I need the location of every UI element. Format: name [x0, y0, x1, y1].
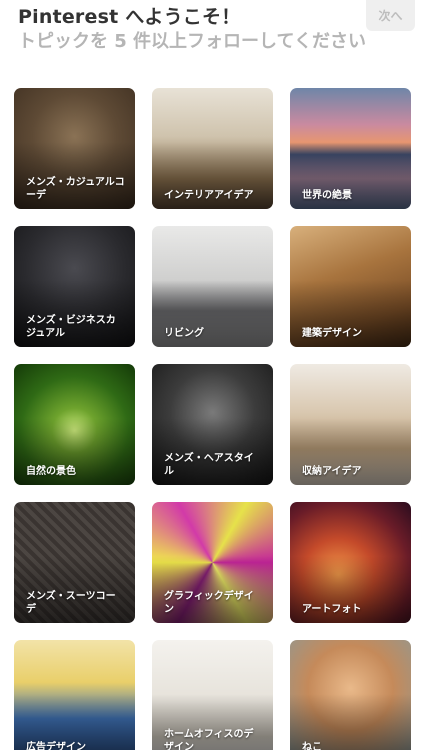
topic-label: インテリアアイデア [164, 190, 254, 201]
topic-label: メンズ・ヘアスタイル [164, 453, 254, 477]
topic-label: メンズ・カジュアルコーデ [26, 177, 125, 201]
welcome-header: Pinterest へようこそ！ トピックを 5 件以上フォローしてください 次… [0, 0, 423, 64]
topic-tile-storage[interactable]: 収納アイデア [290, 364, 411, 485]
topic-tile-nature[interactable]: 自然の景色 [14, 364, 135, 485]
topic-tile-mens-business[interactable]: メンズ・ビジネスカジュアル [14, 226, 135, 347]
topic-tile-cat[interactable]: ねこ [290, 640, 411, 750]
topic-label: リビング [164, 328, 204, 339]
topic-label: 収納アイデア [302, 466, 362, 477]
topic-tile-world-scenery[interactable]: 世界の絶景 [290, 88, 411, 209]
topic-label: メンズ・ビジネスカジュアル [26, 315, 116, 339]
topic-tile-art-photo[interactable]: アートフォト [290, 502, 411, 623]
topic-label: 世界の絶景 [302, 190, 352, 201]
topic-tile-home-office[interactable]: ホームオフィスのデザイン [152, 640, 273, 750]
topic-label: 自然の景色 [26, 466, 76, 477]
topic-label: メンズ・スーツコーデ [26, 591, 116, 615]
page-subtitle: トピックを 5 件以上フォローしてください [18, 31, 366, 52]
topic-tile-ad-design[interactable]: 広告デザイン [14, 640, 135, 750]
topic-tile-graphic-design[interactable]: グラフィックデザイン [152, 502, 273, 623]
topic-label: 建築デザイン [302, 328, 362, 339]
topic-label: ホームオフィスのデザイン [164, 729, 254, 750]
page-title: Pinterest へようこそ！ [18, 6, 241, 28]
topic-tile-interior[interactable]: インテリアアイデア [152, 88, 273, 209]
topic-label: グラフィックデザイン [164, 591, 254, 615]
topic-tile-living[interactable]: リビング [152, 226, 273, 347]
topic-tile-architecture[interactable]: 建築デザイン [290, 226, 411, 347]
topic-label: アートフォト [302, 604, 362, 615]
topic-tile-mens-hair[interactable]: メンズ・ヘアスタイル [152, 364, 273, 485]
next-button[interactable]: 次へ [366, 0, 415, 31]
topic-tile-mens-casual[interactable]: メンズ・カジュアルコーデ [14, 88, 135, 209]
topic-tile-mens-suit[interactable]: メンズ・スーツコーデ [14, 502, 135, 623]
topic-label: ねこ [302, 742, 322, 750]
topic-label: 広告デザイン [26, 742, 86, 750]
topic-grid: メンズ・カジュアルコーデ インテリアアイデア 世界の絶景 メンズ・ビジネスカジュ… [0, 0, 423, 750]
